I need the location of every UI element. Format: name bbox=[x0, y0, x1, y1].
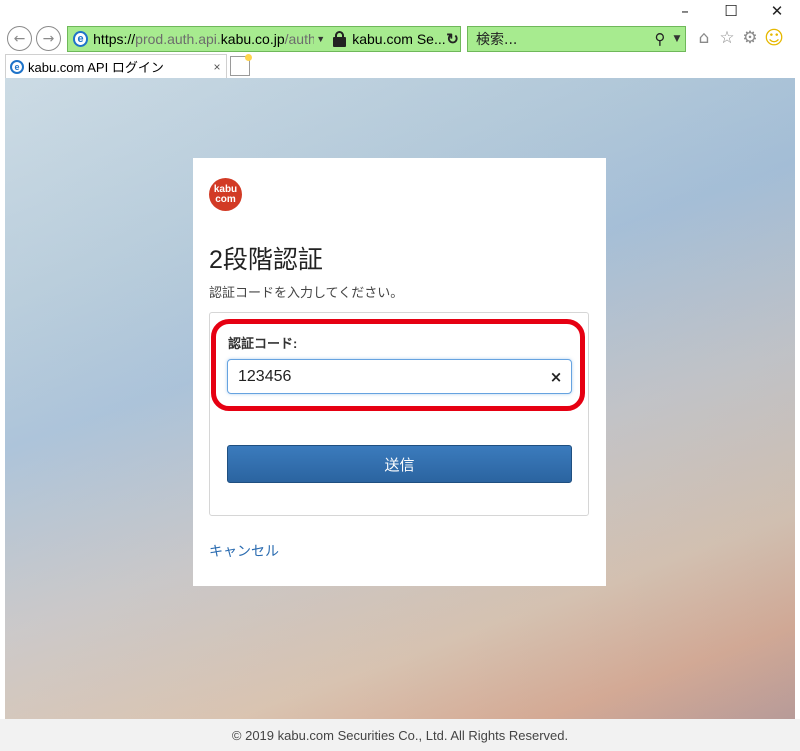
address-bar[interactable]: e https://prod.auth.api.kabu.co.jp/auth/… bbox=[67, 26, 461, 52]
window-controls: – ☐ ✕ bbox=[662, 0, 800, 22]
submit-button[interactable]: 送信 bbox=[227, 445, 572, 483]
instruction-text: 認証コードを入力してください。 bbox=[209, 285, 404, 300]
kabucom-logo: kabu com bbox=[209, 178, 242, 211]
gear-icon[interactable]: ⚙ bbox=[740, 28, 760, 48]
page-title: 2段階認証 bbox=[209, 246, 323, 274]
url-path: /auth/ bbox=[284, 31, 315, 47]
search-icon[interactable]: ⚲ bbox=[651, 30, 669, 48]
close-window-button[interactable]: ✕ bbox=[754, 0, 800, 22]
refresh-icon[interactable]: ↻ bbox=[445, 30, 460, 48]
search-box[interactable]: 検索... ⚲ ▼ bbox=[467, 26, 686, 52]
new-tab-button[interactable] bbox=[230, 54, 252, 76]
cancel-link[interactable]: キャンセル bbox=[209, 541, 279, 561]
tab-kabu-login[interactable]: e kabu.com API ログイン × bbox=[5, 54, 227, 78]
browser-chrome: – ☐ ✕ ← → e https://prod.auth.api.kabu.c… bbox=[0, 0, 800, 78]
auth-form-panel: 認証コード: 123456 × 送信 bbox=[209, 312, 589, 516]
forward-arrow-icon: → bbox=[42, 30, 55, 47]
search-input[interactable]: 検索... bbox=[468, 29, 651, 49]
star-icon[interactable]: ☆ bbox=[717, 28, 737, 48]
page-footer: © 2019 kabu.com Securities Co., Ltd. All… bbox=[0, 719, 800, 751]
logo-line-1: kabu bbox=[213, 183, 238, 195]
url-text[interactable]: https://prod.auth.api.kabu.co.jp/auth/ bbox=[93, 31, 314, 47]
search-dropdown-icon[interactable]: ▼ bbox=[669, 34, 685, 44]
close-tab-icon[interactable]: × bbox=[208, 60, 226, 74]
navigation-bar: ← → e https://prod.auth.api.kabu.co.jp/a… bbox=[0, 24, 800, 54]
maximize-button[interactable]: ☐ bbox=[708, 0, 754, 22]
home-icon[interactable]: ⌂ bbox=[694, 28, 714, 48]
tab-title: kabu.com API ログイン bbox=[28, 60, 164, 75]
login-card: kabu com 2段階認証 認証コードを入力してください。 認証コード: 12… bbox=[193, 158, 606, 586]
logo-line-2: com bbox=[215, 193, 236, 205]
copyright-text: © 2019 kabu.com Securities Co., Ltd. All… bbox=[231, 727, 569, 743]
smiley-icon[interactable]: ☺ bbox=[764, 27, 784, 49]
url-prefix: https:// bbox=[93, 31, 136, 47]
minimize-button[interactable]: – bbox=[662, 0, 708, 22]
lock-icon[interactable] bbox=[333, 31, 347, 47]
back-button[interactable]: ← bbox=[7, 26, 32, 51]
page-background: kabu com 2段階認証 認証コードを入力してください。 認証コード: 12… bbox=[5, 78, 795, 719]
code-label: 認証コード: bbox=[228, 336, 298, 351]
back-arrow-icon: ← bbox=[13, 30, 26, 47]
code-input[interactable]: 123456 × bbox=[227, 359, 572, 394]
clear-icon[interactable]: × bbox=[541, 368, 571, 386]
ie-logo-icon: e bbox=[10, 59, 24, 74]
address-dropdown-icon[interactable]: ▼ bbox=[314, 34, 327, 44]
ie-logo-icon: e bbox=[73, 31, 89, 47]
forward-button[interactable]: → bbox=[36, 26, 61, 51]
url-domain: kabu.co.jp bbox=[220, 31, 285, 47]
tab-bar: e kabu.com API ログイン × bbox=[0, 54, 800, 78]
code-value[interactable]: 123456 bbox=[228, 368, 541, 386]
url-subdomain: prod.auth.api. bbox=[135, 31, 221, 47]
site-identity[interactable]: kabu.com Se... bbox=[352, 31, 445, 47]
